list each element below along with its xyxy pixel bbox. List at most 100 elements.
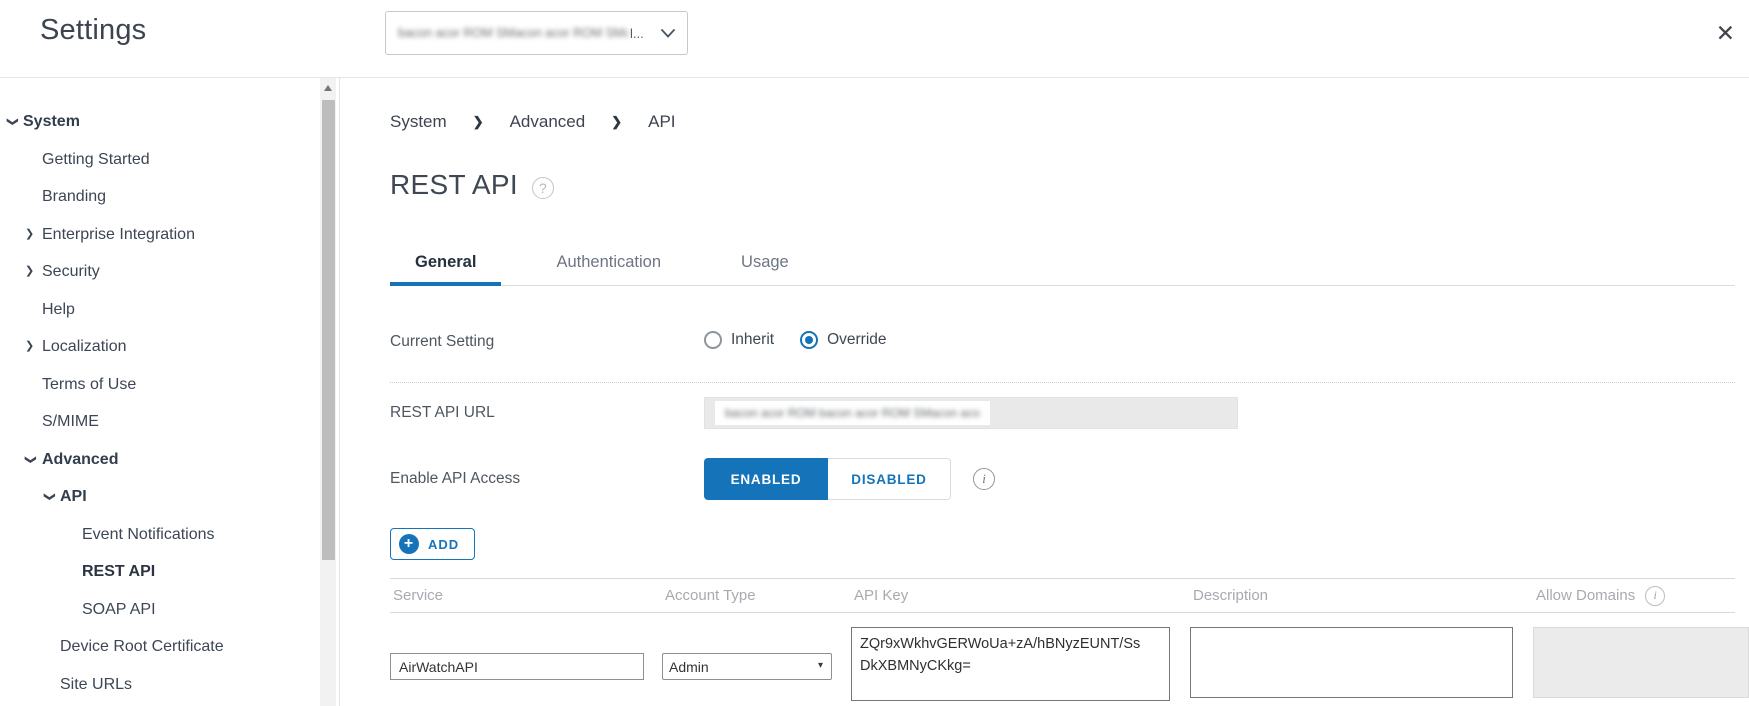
settings-sidebar: ❯SystemGetting StartedBranding❯Enterpris… [0, 78, 340, 706]
sidebar-item-system[interactable]: ❯System [0, 103, 339, 141]
description-textarea[interactable] [1190, 627, 1513, 698]
account-type-select[interactable]: Admin [662, 653, 832, 680]
info-icon[interactable]: i [973, 468, 995, 490]
breadcrumb-separator-icon: ❯ [611, 114, 622, 130]
chevron-down-icon[interactable]: ❯ [0, 117, 30, 126]
og-truncation: l... [630, 26, 644, 41]
account-type-cell: Admin ▾ [662, 627, 851, 706]
triangle-up-icon [324, 85, 332, 91]
breadcrumb-separator-icon: ❯ [473, 114, 484, 130]
sidebar-item-event-notifications[interactable]: Event Notifications [0, 516, 339, 554]
current-setting-label: Current Setting [390, 333, 704, 351]
sidebar-item-site-urls[interactable]: Site URLs [0, 666, 339, 704]
sidebar-item-label: Help [42, 301, 75, 318]
radio-inherit[interactable]: Inherit [704, 331, 774, 349]
enabled-button[interactable]: ENABLED [704, 458, 828, 500]
column-header-allow-domains: Allow Domains i [1533, 586, 1735, 606]
column-header-label: Service [393, 587, 443, 604]
settings-content: System ❯ Advanced ❯ API REST API ? General Au… [340, 78, 1749, 706]
sidebar-item-rest-api[interactable]: REST API [0, 553, 339, 591]
help-icon[interactable]: ? [532, 177, 554, 199]
sidebar-item-localization[interactable]: ❯ Localization [0, 328, 339, 366]
column-header-service: Service [390, 587, 662, 604]
close-icon[interactable]: ✕ [1716, 22, 1735, 45]
sidebar-item-help[interactable]: Help [0, 291, 339, 329]
page-title-row: REST API ? [390, 168, 1735, 202]
column-header-label: Account Type [665, 587, 756, 604]
sidebar-item-soap-api[interactable]: SOAP API [0, 591, 339, 629]
column-header-label: API Key [854, 587, 908, 604]
service-input[interactable] [390, 653, 644, 680]
table-header-row: Service Account Type API Key Description All… [390, 578, 1735, 613]
chevron-down-icon[interactable]: ❯ [30, 492, 68, 501]
add-button-label: ADD [428, 537, 459, 552]
radio-label: Override [827, 331, 886, 349]
tab-usage[interactable]: Usage [716, 242, 814, 286]
disabled-button[interactable]: DISABLED [828, 458, 951, 500]
radio-label: Inherit [731, 331, 774, 349]
column-header-label: Description [1193, 587, 1268, 604]
sidebar-scrollbar[interactable] [320, 78, 336, 706]
allow-domains-cell [1533, 627, 1735, 706]
breadcrumb-system[interactable]: System [390, 112, 447, 132]
enable-api-access-label: Enable API Access [390, 470, 704, 488]
sidebar-item-label: Advanced [42, 451, 118, 468]
sidebar-nav-list: ❯SystemGetting StartedBranding❯Enterpris… [0, 78, 339, 703]
add-button[interactable]: + ADD [390, 528, 475, 560]
sidebar-item-label: System [23, 113, 80, 130]
sidebar-item-s-mime[interactable]: S/MIME [0, 403, 339, 441]
api-key-cell [851, 627, 1190, 706]
page-title: Settings [40, 14, 146, 47]
chevron-down-icon[interactable]: ❯ [11, 455, 49, 464]
sidebar-item-label: S/MIME [42, 413, 99, 430]
enable-api-access-row: Enable API Access ENABLED DISABLED i [390, 458, 1735, 500]
service-cell [390, 627, 662, 706]
rest-api-url-value-blurred: bacon acor ROM bacon acor ROM SMacon aco [725, 406, 980, 420]
chevron-right-icon[interactable]: ❯ [25, 216, 34, 254]
radio-unselected-icon[interactable] [704, 331, 722, 349]
chevron-right-icon[interactable]: ❯ [25, 328, 34, 366]
description-cell [1190, 627, 1533, 706]
sidebar-item-label: Event Notifications [82, 526, 215, 543]
sidebar-item-label: Security [42, 263, 100, 280]
breadcrumb-advanced[interactable]: Advanced [510, 112, 586, 132]
column-header-api-key: API Key [851, 587, 1190, 604]
tab-general[interactable]: General [390, 242, 501, 286]
rest-api-url-value-chip: bacon acor ROM bacon acor ROM SMacon aco [715, 401, 990, 425]
tab-authentication[interactable]: Authentication [531, 242, 686, 286]
api-key-textarea[interactable] [851, 627, 1170, 701]
current-setting-radio-group: Inherit Override [704, 331, 913, 354]
sidebar-item-advanced[interactable]: ❯Advanced [0, 441, 339, 479]
sidebar-item-label: Device Root Certificate [60, 638, 224, 655]
sidebar-item-label: Terms of Use [42, 376, 136, 393]
sidebar-item-branding[interactable]: Branding [0, 178, 339, 216]
organization-group-selector[interactable]: bacon acor ROM SMacon acor ROM SMaco l..… [385, 11, 688, 55]
info-icon[interactable]: i [1645, 586, 1665, 606]
rest-api-url-field: bacon acor ROM bacon acor ROM SMacon aco [704, 397, 1238, 429]
sidebar-item-device-root-certificate[interactable]: Device Root Certificate [0, 628, 339, 666]
column-header-label: Allow Domains [1536, 587, 1635, 604]
sidebar-item-api[interactable]: ❯API [0, 478, 339, 516]
divider [390, 382, 1735, 383]
rest-api-url-row: REST API URL bacon acor ROM bacon acor R… [390, 397, 1735, 429]
rest-api-url-label: REST API URL [390, 404, 704, 422]
scrollbar-thumb[interactable] [322, 100, 335, 560]
account-type-select-wrap: Admin ▾ [662, 653, 832, 680]
sidebar-item-terms-of-use[interactable]: Terms of Use [0, 366, 339, 404]
allow-domains-field-disabled [1533, 627, 1749, 698]
sidebar-item-getting-started[interactable]: Getting Started [0, 141, 339, 179]
settings-header: Settings bacon acor ROM SMacon acor ROM … [0, 0, 1749, 78]
radio-selected-icon[interactable] [800, 331, 818, 349]
sidebar-item-enterprise-integration[interactable]: ❯Enterprise Integration [0, 216, 339, 254]
sidebar-item-label: Localization [42, 338, 127, 355]
tab-bar: General Authentication Usage [390, 242, 1735, 286]
chevron-right-icon[interactable]: ❯ [25, 253, 34, 291]
radio-override[interactable]: Override [800, 331, 886, 349]
section-title: REST API [390, 169, 518, 201]
current-setting-row: Current Setting Inherit Override [390, 320, 1735, 364]
breadcrumb-api[interactable]: API [648, 112, 675, 132]
column-header-description: Description [1190, 587, 1533, 604]
scrollbar-up-button[interactable] [320, 78, 336, 98]
sidebar-item-security[interactable]: ❯ Security [0, 253, 339, 291]
sidebar-item-label: REST API [82, 563, 155, 580]
